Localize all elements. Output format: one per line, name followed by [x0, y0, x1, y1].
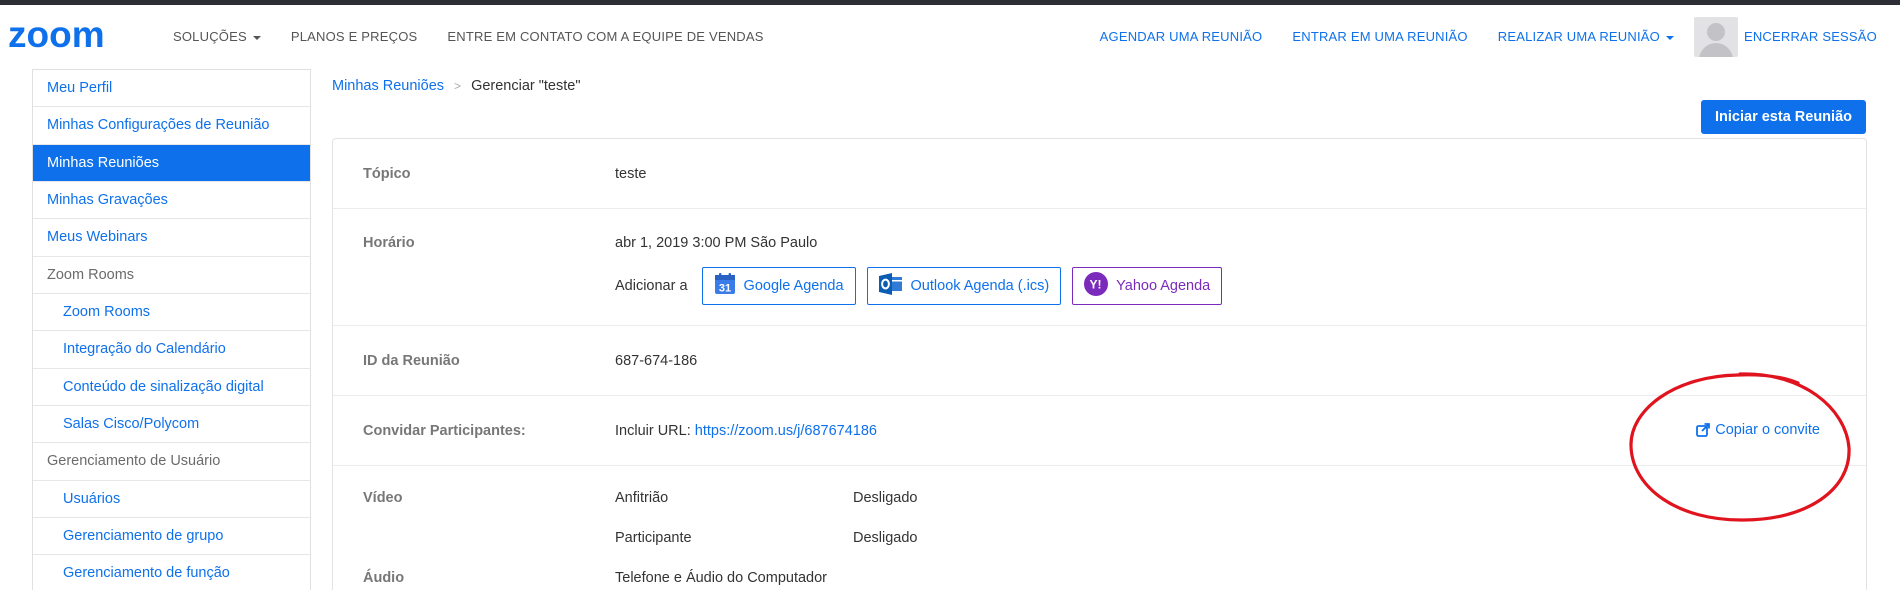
- meeting-details-panel: Tópico teste Horário abr 1, 2019 3:00 PM…: [332, 138, 1867, 590]
- video-host-value: Desligado: [853, 490, 918, 506]
- chevron-down-icon: [252, 35, 261, 40]
- sidebar-item-recordings[interactable]: Minhas Gravações: [33, 182, 310, 220]
- video-participant-label: Participante: [615, 530, 692, 546]
- google-calendar-icon: 31: [714, 273, 736, 299]
- invite-url-prefix: Incluir URL:: [615, 423, 691, 439]
- detail-row-meeting-id: ID da Reunião 687-674-186: [333, 326, 1866, 396]
- video-label: Vídeo: [363, 490, 403, 506]
- topic-label: Tópico: [363, 166, 411, 182]
- sidebar-item-profile[interactable]: Meu Perfil: [33, 70, 310, 108]
- sidebar-item-group-management[interactable]: Gerenciamento de grupo: [33, 518, 310, 556]
- detail-row-invite: Convidar Participantes: Incluir URL: htt…: [333, 396, 1866, 466]
- sidebar-item-meeting-settings[interactable]: Minhas Configurações de Reunião: [33, 107, 310, 145]
- add-to-calendar: Adicionar a 31 Google Agenda Outlook Age…: [615, 267, 1233, 305]
- top-navbar: zoom SOLUÇÕES PLANOS E PREÇOS ENTRE EM C…: [0, 5, 1900, 68]
- breadcrumb-separator: >: [454, 79, 462, 93]
- nav-solutions-label: SOLUÇÕES: [173, 29, 247, 44]
- sidebar: Meu Perfil Minhas Configurações de Reuni…: [32, 69, 311, 590]
- invite-url-line: Incluir URL: https://zoom.us/j/687674186: [615, 423, 877, 439]
- topic-value: teste: [615, 166, 647, 182]
- svg-text:Y!: Y!: [1090, 278, 1102, 292]
- time-label: Horário: [363, 235, 415, 251]
- external-share-icon: [1696, 423, 1711, 437]
- google-calendar-button[interactable]: 31 Google Agenda: [701, 267, 856, 305]
- sidebar-item-webinars[interactable]: Meus Webinars: [33, 219, 310, 257]
- time-value: abr 1, 2019 3:00 PM São Paulo: [615, 235, 818, 251]
- nav-schedule-meeting[interactable]: AGENDAR UMA REUNIÃO: [1100, 29, 1263, 44]
- detail-row-video-audio: Vídeo Anfitrião Desligado Participante D…: [333, 466, 1866, 590]
- outlook-calendar-label: Outlook Agenda (.ics): [910, 278, 1050, 294]
- meeting-id-value: 687-674-186: [615, 353, 698, 369]
- zoom-logo[interactable]: zoom: [8, 19, 120, 53]
- outlook-calendar-button[interactable]: Outlook Agenda (.ics): [866, 267, 1062, 305]
- nav-solutions[interactable]: SOLUÇÕES: [173, 29, 261, 44]
- breadcrumb-current: Gerenciar "teste": [471, 78, 581, 94]
- yahoo-calendar-label: Yahoo Agenda: [1116, 278, 1211, 294]
- invite-label: Convidar Participantes:: [363, 423, 526, 439]
- svg-text:zoom: zoom: [8, 19, 105, 53]
- svg-text:31: 31: [718, 283, 730, 295]
- sidebar-item-role-management[interactable]: Gerenciamento de função: [33, 555, 310, 590]
- logout-link[interactable]: ENCERRAR SESSÃO: [1744, 29, 1877, 44]
- sidebar-item-zoom-rooms[interactable]: Zoom Rooms: [33, 294, 310, 332]
- audio-value: Telefone e Áudio do Computador: [615, 570, 828, 586]
- meeting-id-label: ID da Reunião: [363, 353, 460, 369]
- yahoo-icon: Y!: [1084, 272, 1109, 300]
- nav-host-meeting-label: REALIZAR UMA REUNIÃO: [1497, 29, 1660, 44]
- copy-invitation-label: Copiar o convite: [1715, 422, 1820, 438]
- nav-right-links: AGENDAR UMA REUNIÃO ENTRAR EM UMA REUNIÃ…: [1070, 5, 1877, 68]
- nav-contact-sales[interactable]: ENTRE EM CONTATO COM A EQUIPE DE VENDAS: [447, 29, 763, 44]
- invite-url-link[interactable]: https://zoom.us/j/687674186: [695, 423, 877, 439]
- sidebar-item-cisco-polycom[interactable]: Salas Cisco/Polycom: [33, 406, 310, 444]
- avatar-body-shape: [1698, 42, 1733, 57]
- sidebar-item-calendar-integration[interactable]: Integração do Calendário: [33, 331, 310, 369]
- nav-plans-pricing[interactable]: PLANOS E PREÇOS: [291, 29, 418, 44]
- nav-join-meeting[interactable]: ENTRAR EM UMA REUNIÃO: [1292, 29, 1467, 44]
- yahoo-calendar-button[interactable]: Y! Yahoo Agenda: [1072, 267, 1223, 305]
- user-avatar-icon[interactable]: [1693, 16, 1738, 57]
- chevron-down-icon: [1665, 35, 1674, 40]
- breadcrumb-my-meetings[interactable]: Minhas Reuniões: [332, 78, 444, 94]
- sidebar-item-users[interactable]: Usuários: [33, 481, 310, 519]
- sidebar-item-digital-signage[interactable]: Conteúdo de sinalização digital: [33, 369, 310, 407]
- detail-row-topic: Tópico teste: [333, 139, 1866, 209]
- sidebar-item-my-meetings[interactable]: Minhas Reuniões: [33, 144, 310, 183]
- sidebar-section-user-management: Gerenciamento de Usuário: [33, 443, 310, 481]
- nav-host-meeting[interactable]: REALIZAR UMA REUNIÃO: [1498, 29, 1674, 44]
- nav-left-links: SOLUÇÕES PLANOS E PREÇOS ENTRE EM CONTAT…: [173, 5, 794, 68]
- audio-label: Áudio: [363, 570, 405, 586]
- copy-invitation-link[interactable]: Copiar o convite: [1696, 422, 1820, 438]
- detail-row-time: Horário abr 1, 2019 3:00 PM São Paulo Ad…: [333, 209, 1866, 326]
- start-meeting-button[interactable]: Iniciar esta Reunião: [1701, 100, 1866, 134]
- breadcrumb: Minhas Reuniões > Gerenciar "teste": [332, 78, 581, 94]
- sidebar-section-zoom-rooms: Zoom Rooms: [33, 257, 310, 295]
- add-to-calendar-label: Adicionar a: [615, 278, 688, 294]
- outlook-icon: [878, 273, 903, 299]
- avatar-head-shape: [1706, 22, 1725, 41]
- video-participant-value: Desligado: [853, 530, 918, 546]
- google-calendar-label: Google Agenda: [743, 278, 844, 294]
- video-host-label: Anfitrião: [615, 490, 669, 506]
